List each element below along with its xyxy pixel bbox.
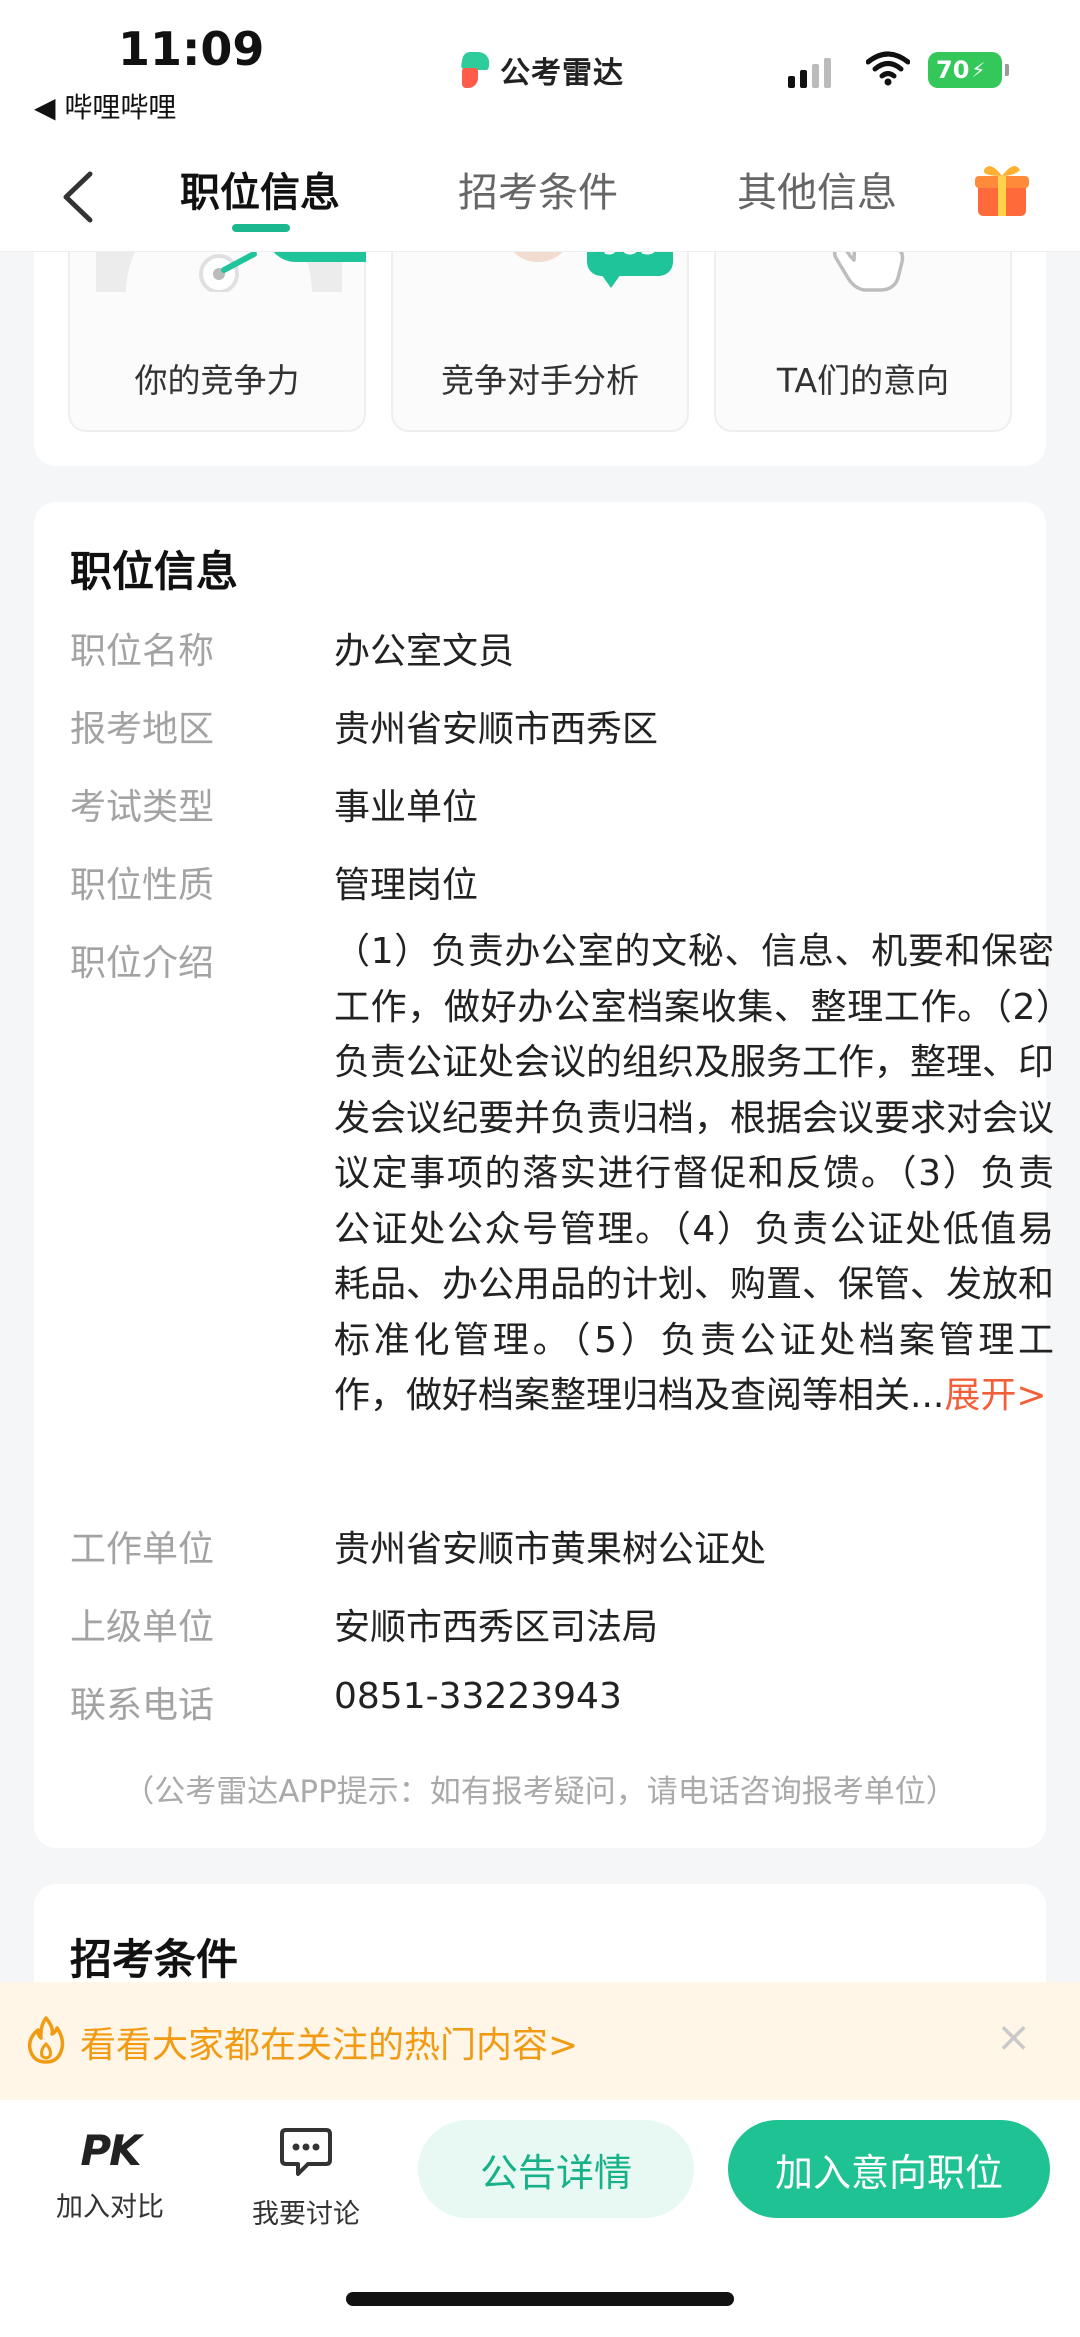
tab-job-info[interactable]: 职位信息 [180,160,340,218]
battery-icon: 70 ⚡ [928,52,1009,88]
brand-name: 公考雷达 [500,56,624,91]
field-key: 考试类型 [70,787,215,828]
tab-other-info[interactable]: 其他信息 [737,160,897,218]
active-tab-indicator [232,224,290,232]
flame-icon [27,2016,65,2064]
field-value: 安顺市西秀区司法局 [334,1607,659,1648]
their-intentions-label: TA们的意向 [776,361,950,400]
brand: 公考雷达 [460,48,624,92]
discuss-button[interactable]: 我要讨论 [236,2126,376,2231]
field-value: 事业单位 [334,787,479,828]
battery-level: 70 [936,56,970,84]
field-key: 报考地区 [70,709,215,750]
expand-link[interactable]: 展开> [944,1375,1046,1416]
hot-content-text[interactable]: 看看大家都在关注的热门内容> [80,2016,578,2068]
job-intro-row: 职位介绍 （1）负责办公室的文秘、信息、机要和保密工作，做好办公室档案收集、整理… [70,931,1054,1434]
job-info-card: 职位信息 职位名称 办公室文员 报考地区 贵州省安顺市西秀区 考试类型 事业单位… [34,502,1054,1848]
phone-number[interactable]: 0851-33223943 [334,1676,622,1717]
pk-icon: PK [80,2126,141,2175]
hot-content-banner[interactable]: 看看大家都在关注的热门内容> × [0,1982,1080,2100]
field-value: 办公室文员 [334,631,515,672]
rival-analysis-label: 竞争对手分析 [441,361,639,400]
field-key: 联系电话 [70,1685,215,1726]
tab-exam-conditions[interactable]: 招考条件 [458,160,618,218]
job-intro-text: （1）负责办公室的文秘、信息、机要和保密工作，做好办公室档案收集、整理工作。（2… [334,924,1054,1424]
discuss-label: 我要讨论 [252,2199,360,2230]
brand-logo-icon [460,52,492,88]
field-key: 工作单位 [70,1529,215,1570]
field-key: 职位性质 [70,865,215,906]
cellular-signal-icon [788,56,831,88]
status-time: 11:09 [118,22,265,76]
conditions-title: 招考条件 [70,1935,239,1984]
chat-bubble-icon [280,2128,332,2176]
wifi-icon [866,51,910,86]
notice-details-button[interactable]: 公告详情 [418,2120,694,2218]
home-indicator [346,2292,734,2306]
back-chevron-icon[interactable] [50,162,110,232]
job-info-title: 职位信息 [70,547,239,596]
add-intended-position-button[interactable]: 加入意向职位 [728,2120,1050,2218]
add-compare-label: 加入对比 [56,2192,164,2223]
field-value: 管理岗位 [334,865,479,906]
competitiveness-label: 你的竞争力 [134,361,300,400]
field-value: 贵州省安顺市西秀区 [334,709,659,750]
tab-header: 职位信息 招考条件 其他信息 [0,140,1080,252]
field-key: 上级单位 [70,1607,215,1648]
status-bar: 11:09 ◀ 哔哩哔哩 公考雷达 70 ⚡ [0,0,1080,140]
contact-hint: （公考雷达APP提示：如有报考疑问，请电话咨询报考单位） [123,1774,957,1810]
gift-icon[interactable] [972,160,1032,220]
close-icon[interactable]: × [996,2012,1031,2061]
field-key: 职位名称 [70,631,215,672]
back-to-app-link[interactable]: ◀ 哔哩哔哩 [34,86,176,126]
field-key: 职位介绍 [70,943,215,984]
job-intro-body: （1）负责办公室的文秘、信息、机要和保密工作，做好办公室档案收集、整理工作。（2… [334,931,1055,1416]
field-value: 贵州省安顺市黄果树公证处 [334,1529,767,1570]
add-compare-button[interactable]: PK 加入对比 [40,2126,180,2224]
